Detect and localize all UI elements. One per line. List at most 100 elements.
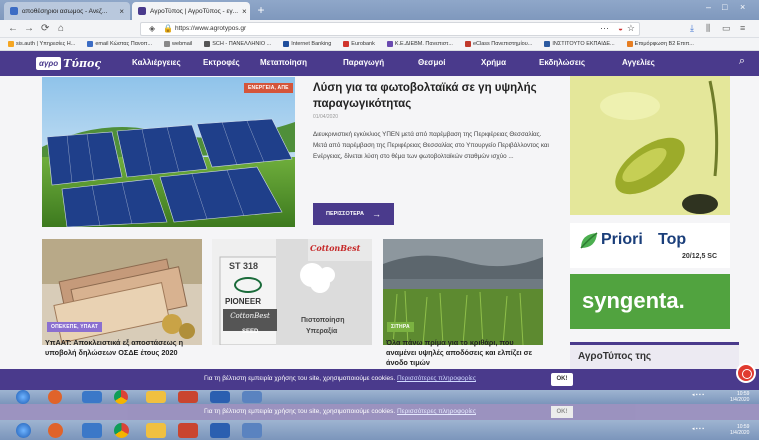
cookie-ok-button[interactable]: OK! [551, 406, 573, 418]
page-actions-icon[interactable]: ··· [600, 23, 609, 33]
browser-tab-1[interactable]: αποθέσηριοι ασωμος - Ανεζ... × [4, 2, 130, 20]
priori-subtitle: 20/12,5 SC [682, 253, 718, 260]
firefox-icon[interactable] [48, 390, 62, 404]
lock-icon[interactable]: 🔒 [163, 24, 173, 33]
cookie-message: Για τη βέλτιστη εμπειρία χρήσης του site… [204, 408, 476, 415]
maximize-icon[interactable]: □ [722, 2, 727, 16]
bookmark-item[interactable]: sis.auth | Υπηρεσίες Η... [8, 41, 75, 47]
folder-icon[interactable] [146, 423, 166, 438]
cookie-more-info-link[interactable]: Περισσότερες πληροφορίες [397, 375, 476, 382]
olive-image [570, 76, 730, 215]
menu-item[interactable]: Παραγωγή [343, 58, 384, 67]
menu-item[interactable]: Καλλιέργειες [132, 58, 181, 67]
clock[interactable]: 10:59 1/4/2020 [730, 424, 749, 436]
menu-item[interactable]: Εκδηλώσεις [539, 58, 585, 67]
app-icon[interactable] [82, 391, 102, 403]
bookmark-item[interactable]: Κ.Ε.ΔΙΕΒΜ. Πανεπιστ... [386, 41, 453, 47]
bookmark-item[interactable]: SCH - ΠΑΝΕΛΛΗΝΙΟ ... [204, 41, 271, 47]
word-icon[interactable] [210, 391, 230, 403]
duplicate-cookie-banner: Για τη βέλτιστη εμπειρία χρήσης του site… [0, 404, 759, 420]
new-tab-icon[interactable]: + [254, 3, 268, 17]
browser-tab-2[interactable]: ΑγροΤύπος | ΑγροΤύπος - εγ... × [132, 2, 250, 20]
powerpoint-icon[interactable] [178, 391, 198, 403]
seed-word: SEED [242, 329, 259, 335]
tab-title: ΑγροΤύπος | ΑγροΤύπος - εγ... [150, 7, 239, 15]
menu-item[interactable]: Μεταποίηση [260, 58, 307, 67]
browser-window: αποθέσηριοι ασωμος - Ανεζ... × ΑγροΤύπος… [0, 0, 759, 440]
leaf-icon [580, 232, 598, 249]
cert-line-1: Πιστοποίηση [301, 317, 345, 324]
bookmarks-bar: sis.auth | Υπηρεσίες Η... email Κώστας Π… [0, 38, 759, 51]
powerpoint-icon[interactable] [178, 423, 198, 438]
bookmark-label: Επιμόρφωση Β2 Επιπ... [634, 41, 694, 47]
back-icon[interactable]: ← [8, 22, 18, 36]
tray-icons[interactable]: ◂ ▪ ▪ ▪ [692, 426, 704, 432]
chrome-icon[interactable] [114, 390, 128, 404]
start-icon[interactable] [16, 423, 31, 438]
menu-icon[interactable]: ≡ [740, 23, 745, 33]
paint-icon[interactable] [242, 423, 262, 438]
cookie-message: Για τη βέλτιστη εμπειρία χρήσης του site… [204, 375, 476, 382]
hero-title[interactable]: Λύση για τα φωτοβολταϊκά σε γη υψηλής πα… [313, 80, 553, 112]
bookmark-item[interactable]: email Κώστας Πανοπ... [87, 41, 152, 47]
logo-part-b: Τύπος [63, 57, 102, 70]
category-tag[interactable]: ΣΙΤΗΡΑ [387, 322, 414, 332]
syngenta-ad[interactable]: syngenta. [570, 274, 730, 329]
hero-date: 01/04/2020 [313, 114, 339, 120]
cookie-more-info-link[interactable]: Περισσότερες πληροφορίες [397, 408, 476, 415]
close-tab-icon[interactable]: × [119, 7, 124, 16]
category-tag[interactable]: ΟΠΕΚΕΠΕ, ΥΠΑΑΤ [47, 322, 103, 332]
app-icon[interactable] [82, 423, 102, 438]
download-icon[interactable]: ⤓ [690, 23, 694, 34]
priori-top-ad[interactable]: Priori Top 20/12,5 SC [570, 223, 730, 268]
word-icon[interactable] [210, 423, 230, 438]
paint-icon[interactable] [242, 391, 262, 403]
card-title[interactable]: Όλα πάνω πρίμα για το κριθάρι, που αναμέ… [386, 338, 544, 368]
hero-excerpt: Διευκρινιστική εγκύκλιος ΥΠΕΝ μετά από π… [313, 131, 549, 160]
tray-icons[interactable]: ◂ ▪ ▪ ▪ [692, 392, 704, 398]
cert-line-2: Υπεραξία [306, 328, 338, 335]
url-bar[interactable]: ◈ 🔒 https://www.agrotypos.gr ··· ◒ ☆ [140, 22, 640, 36]
close-window-icon[interactable]: × [740, 2, 745, 16]
library-icon[interactable]: ⫼ [706, 23, 710, 34]
menu-item[interactable]: Αγγελίες [622, 58, 655, 67]
read-more-button[interactable]: ΠΕΡΙΣΣΟΤΕΡΑ → [313, 203, 394, 225]
tab-favicon-icon [10, 7, 18, 15]
cotton-ad[interactable]: ST 318 PIONEER CottonBest SEED CottonBes… [212, 239, 372, 345]
bookmark-star-icon[interactable]: ☆ [627, 23, 635, 34]
bookmark-item[interactable]: webmail [164, 41, 192, 47]
bookmark-item[interactable]: ΙΝΣΤΙΤΟΥΤΟ ΕΚΠΑΙΔΕ... [544, 41, 615, 47]
search-icon[interactable]: ⌕ [739, 55, 745, 68]
cookie-ok-button[interactable]: OK! [551, 373, 573, 386]
bookmark-item[interactable]: Internet Banking [283, 41, 331, 47]
reload-icon[interactable]: ⟳ [41, 22, 49, 36]
home-icon[interactable]: ⌂ [58, 22, 64, 36]
start-icon[interactable] [16, 390, 30, 404]
menu-item[interactable]: Εκτροφές [203, 58, 240, 67]
hero-image[interactable] [42, 77, 295, 227]
minimize-icon[interactable]: – [706, 2, 711, 16]
bookmark-item[interactable]: eClass Πανεπιστημίου... [464, 41, 532, 47]
shield-icon[interactable]: ◈ [149, 24, 155, 33]
firefox-icon[interactable] [48, 423, 63, 438]
help-chat-icon[interactable] [736, 363, 756, 383]
bookmark-label: email Κώστας Πανοπ... [95, 41, 153, 47]
sidebar-icon[interactable]: ▭ [722, 23, 731, 34]
close-tab-icon[interactable]: × [242, 7, 247, 16]
site-logo[interactable]: αγρο Τύπος [36, 56, 101, 71]
bookmark-item[interactable]: Επιμόρφωση Β2 Επιπ... [626, 41, 694, 47]
forward-icon[interactable]: → [24, 22, 34, 36]
clock[interactable]: 10:59 1/4/2020 [730, 391, 749, 403]
pocket-icon[interactable]: ◒ [618, 24, 623, 33]
menu-item[interactable]: Θεσμοί [418, 58, 446, 67]
category-tag[interactable]: ΕΝΕΡΓΕΙΑ, ΑΠΕ [244, 83, 293, 93]
bookmark-item[interactable]: Eurobank [343, 41, 375, 47]
olive-ad-image[interactable] [570, 76, 730, 215]
chrome-icon[interactable] [114, 423, 129, 438]
menu-item[interactable]: Χρήμα [481, 58, 506, 67]
folder-icon[interactable] [146, 391, 166, 403]
card-title[interactable]: ΥπΑΑΤ: Αποκλειστικά εξ αποστάσεως η υποβ… [45, 338, 203, 358]
sidebar-box-title[interactable]: ΑγροΤύπος της [578, 351, 651, 362]
url-text[interactable]: https://www.agrotypos.gr [175, 25, 246, 32]
syngenta-logo: syngenta. [582, 288, 685, 313]
